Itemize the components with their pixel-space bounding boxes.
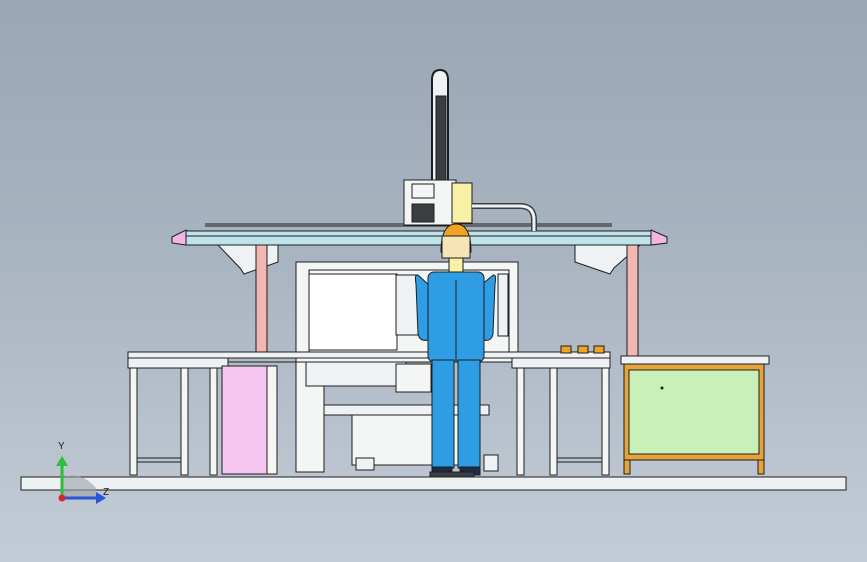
assembly-view[interactable] [0,0,867,562]
cad-viewport[interactable]: Y Z [0,0,867,562]
left-bracket [216,244,279,275]
floor-pad [429,471,475,478]
z-axis-label: Z [103,487,110,498]
y-axis-label: Y [58,441,65,452]
right-post [626,244,639,358]
left-inner-leg [266,365,278,475]
left-table-legs [129,367,218,476]
gantry-beam [171,223,668,246]
pink-enclosure [221,365,269,475]
material-cart [620,355,770,475]
gantry-carriage [403,68,537,231]
right-table-legs [516,367,610,476]
left-post [255,244,268,358]
floor-base-plate [20,476,847,491]
